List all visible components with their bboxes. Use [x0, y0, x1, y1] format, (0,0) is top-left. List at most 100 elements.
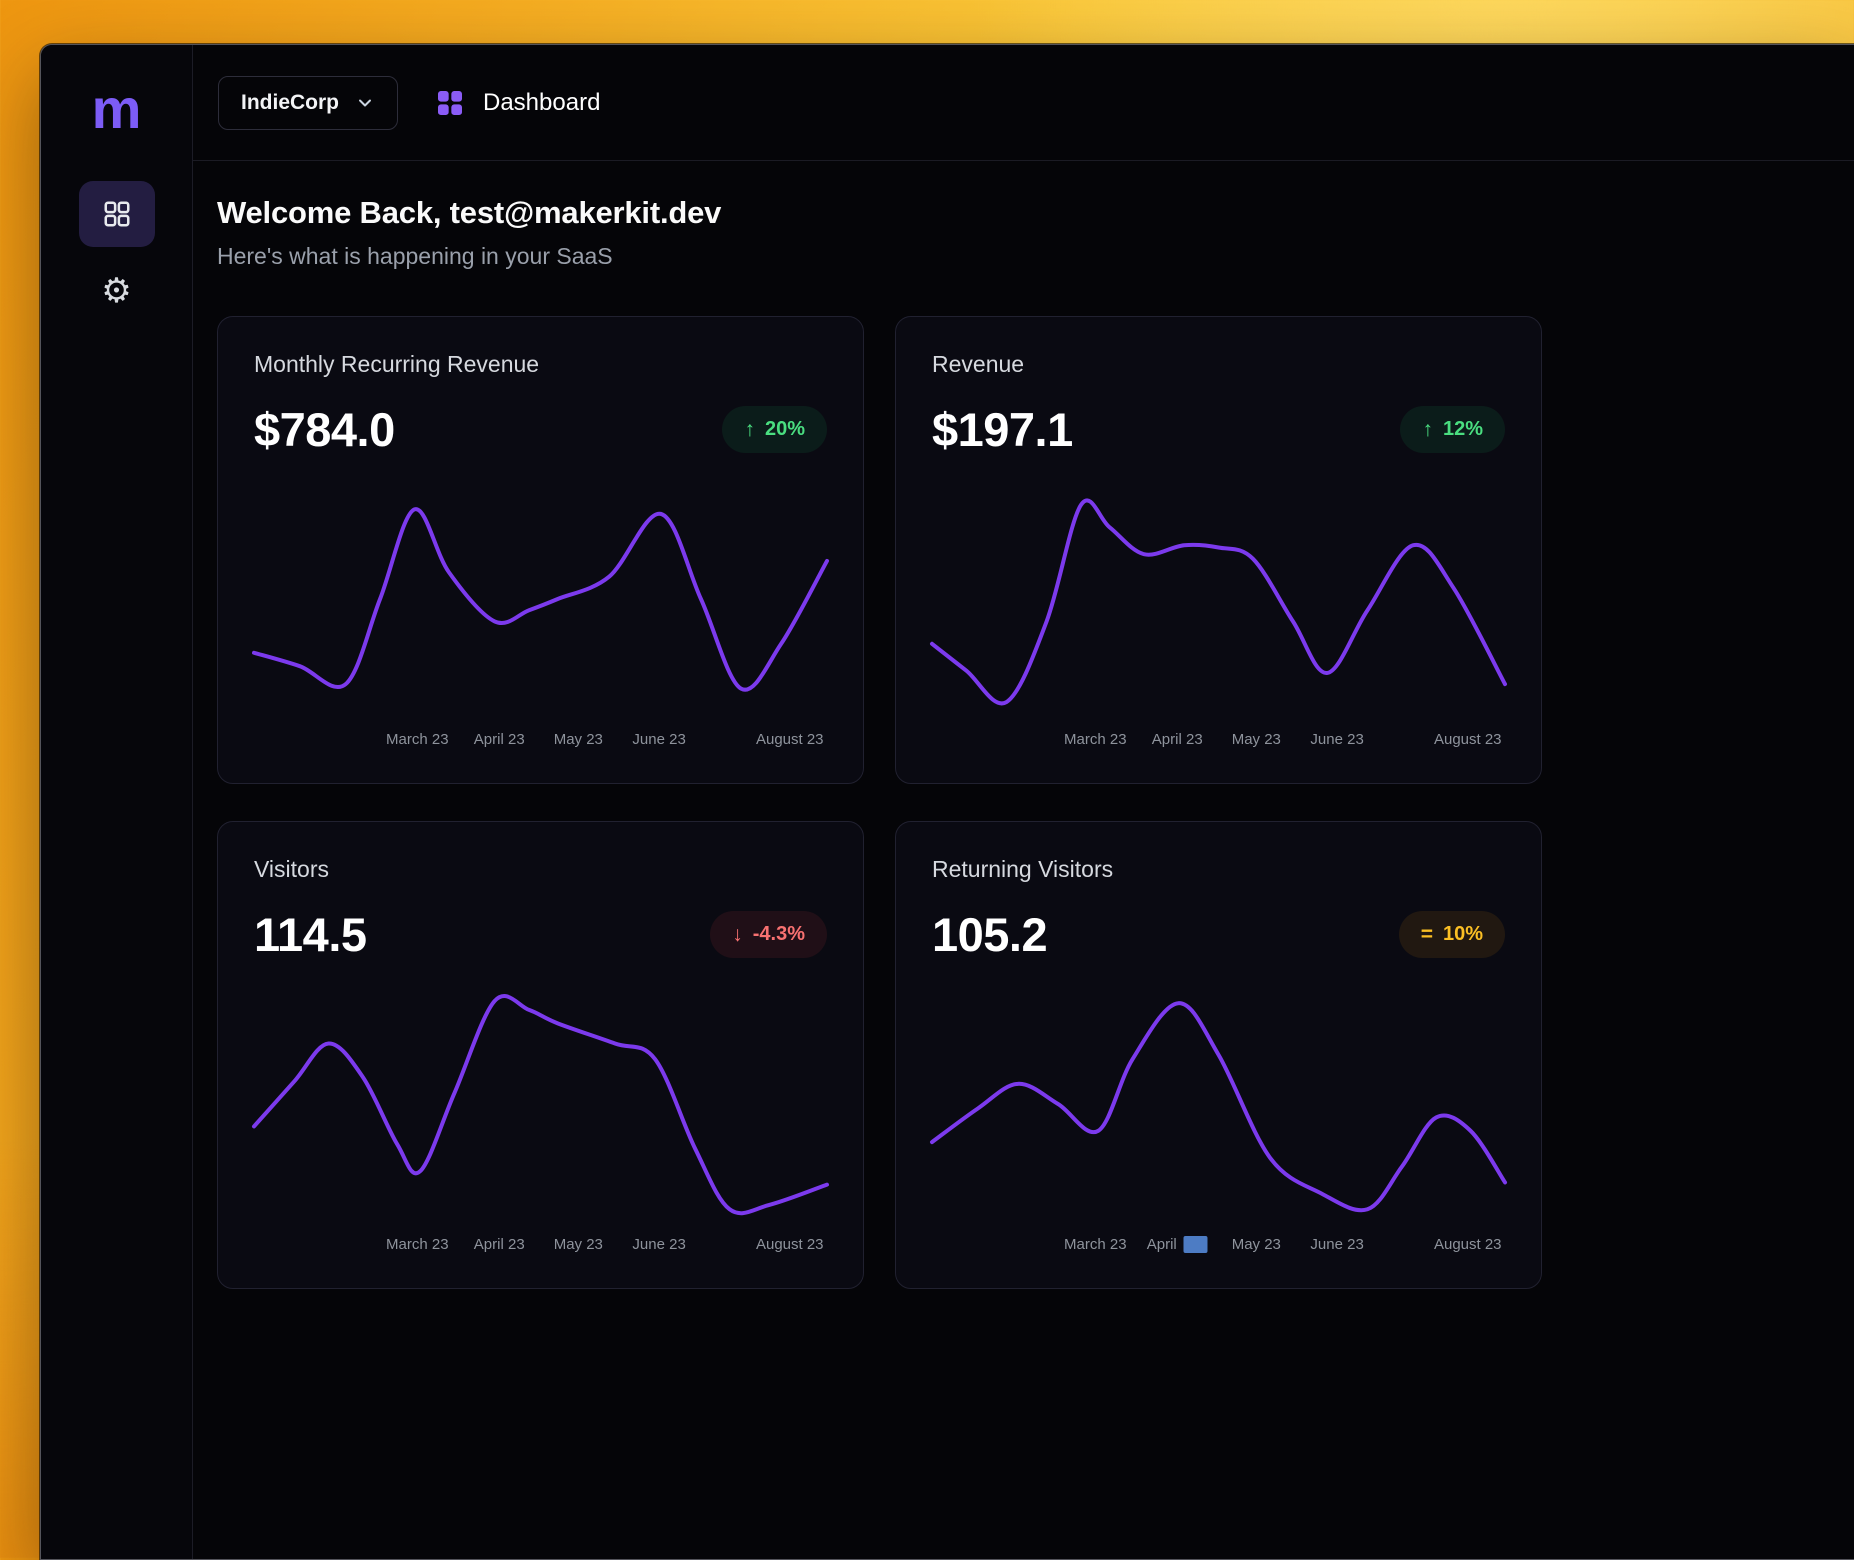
chevron-down-icon	[355, 93, 375, 113]
trend-badge: ↑ 20%	[722, 406, 827, 453]
sidebar: m ⚙	[41, 45, 193, 1559]
main-area: IndieCorp Dashboard Welcome Back, test@m…	[193, 45, 1854, 1559]
x-axis-label-text: April 23	[474, 1236, 525, 1253]
metric-card: Monthly Recurring Revenue $784.0 ↑ 20% M…	[217, 316, 864, 784]
chart-x-axis: March 23 April May 23 June 23 August 23	[932, 1236, 1505, 1258]
x-axis-label-text: June 23	[632, 731, 685, 748]
x-axis-label: March 23	[386, 1236, 449, 1253]
metric-cards-grid: Monthly Recurring Revenue $784.0 ↑ 20% M…	[217, 316, 1830, 1289]
card-title: Returning Visitors	[932, 856, 1505, 883]
x-axis-label: June 23	[632, 731, 685, 748]
app-window: m ⚙ IndieCorp	[40, 44, 1854, 1560]
card-value-row: $197.1 ↑ 12%	[932, 402, 1505, 457]
x-axis-label-text: March 23	[386, 731, 449, 748]
card-value: $784.0	[254, 402, 395, 457]
metric-card: Revenue $197.1 ↑ 12% March 23 April 23 May…	[895, 316, 1542, 784]
line-chart-svg	[932, 487, 1505, 711]
x-axis-label: April 23	[1152, 731, 1203, 748]
x-axis-label-text: March 23	[1064, 1236, 1127, 1253]
top-bar: IndieCorp Dashboard	[193, 45, 1854, 161]
trend-icon: ↓	[732, 924, 743, 945]
trend-icon: =	[1421, 924, 1433, 945]
metric-card: Returning Visitors 105.2 = 10% March 23 A…	[895, 821, 1542, 1289]
organization-selector[interactable]: IndieCorp	[218, 76, 398, 130]
card-value: 105.2	[932, 907, 1047, 962]
grid-icon	[102, 199, 132, 229]
x-axis-label: April	[1147, 1236, 1208, 1253]
trend-label: -4.3%	[753, 923, 805, 946]
x-axis-label: March 23	[386, 731, 449, 748]
chart-x-axis: March 23 April 23 May 23 June 23 August 23	[254, 731, 827, 753]
x-axis-label: August 23	[1434, 1236, 1502, 1253]
x-axis-label-text: August 23	[1434, 731, 1502, 748]
x-axis-label: May 23	[1232, 1236, 1281, 1253]
x-axis-label: May 23	[554, 1236, 603, 1253]
line-chart-svg	[254, 992, 827, 1216]
line-chart-svg	[254, 487, 827, 711]
chart-x-axis: March 23 April 23 May 23 June 23 August 23	[932, 731, 1505, 753]
x-axis-label-text: April	[1147, 1236, 1177, 1253]
x-axis-label: April 23	[474, 731, 525, 748]
chart-line	[254, 996, 827, 1213]
x-axis-label-text: June 23	[632, 1236, 685, 1253]
x-axis-label: August 23	[756, 731, 824, 748]
card-value: 114.5	[254, 907, 367, 962]
line-chart	[254, 978, 827, 1226]
page-header: Dashboard	[434, 87, 600, 119]
x-axis-label-text: August 23	[756, 1236, 824, 1253]
trend-label: 20%	[765, 418, 805, 441]
x-axis-label: August 23	[1434, 731, 1502, 748]
x-axis-label: March 23	[1064, 1236, 1127, 1253]
gear-icon: ⚙	[101, 271, 131, 311]
x-axis-label: August 23	[756, 1236, 824, 1253]
trend-badge: = 10%	[1399, 911, 1505, 958]
card-value-row: 114.5 ↓ -4.3%	[254, 907, 827, 962]
app-logo: m	[92, 81, 142, 137]
x-axis-label-text: August 23	[1434, 1236, 1502, 1253]
selected-text-block	[1184, 1236, 1208, 1253]
x-axis-label: June 23	[1310, 1236, 1363, 1253]
card-title: Monthly Recurring Revenue	[254, 351, 827, 378]
x-axis-label: March 23	[1064, 731, 1127, 748]
welcome-subtitle: Here's what is happening in your SaaS	[217, 243, 1830, 270]
line-chart	[932, 978, 1505, 1226]
chart-line	[932, 1003, 1505, 1210]
card-value-row: 105.2 = 10%	[932, 907, 1505, 962]
x-axis-label: April 23	[474, 1236, 525, 1253]
sidebar-item-settings[interactable]: ⚙	[79, 263, 155, 319]
metric-card: Visitors 114.5 ↓ -4.3% March 23April 23M…	[217, 821, 864, 1289]
x-axis-label: May 23	[1232, 731, 1281, 748]
x-axis-label-text: April 23	[1152, 731, 1203, 748]
x-axis-label: June 23	[1310, 731, 1363, 748]
card-value-row: $784.0 ↑ 20%	[254, 402, 827, 457]
trend-label: 10%	[1443, 923, 1483, 946]
x-axis-label-text: March 23	[1064, 731, 1127, 748]
x-axis-label-text: May 23	[554, 731, 603, 748]
page-title: Dashboard	[483, 89, 600, 117]
line-chart	[254, 473, 827, 721]
chart-line	[254, 509, 827, 690]
line-chart	[932, 473, 1505, 721]
card-title: Visitors	[254, 856, 827, 883]
x-axis-label: June 23	[632, 1236, 685, 1253]
trend-icon: ↑	[744, 419, 755, 440]
organization-name: IndieCorp	[241, 91, 339, 115]
x-axis-label-text: April 23	[474, 731, 525, 748]
trend-label: 12%	[1443, 418, 1483, 441]
x-axis-label-text: May 23	[1232, 1236, 1281, 1253]
line-chart-svg	[932, 992, 1505, 1216]
trend-badge: ↑ 12%	[1400, 406, 1505, 453]
card-value: $197.1	[932, 402, 1073, 457]
chart-x-axis: March 23 April 23 May 23 June 23 August 23	[254, 1236, 827, 1258]
x-axis-label: May 23	[554, 731, 603, 748]
x-axis-label-text: June 23	[1310, 731, 1363, 748]
x-axis-label-text: August 23	[756, 731, 824, 748]
sidebar-item-dashboard[interactable]	[79, 181, 155, 247]
card-title: Revenue	[932, 351, 1505, 378]
x-axis-label-text: March 23	[386, 1236, 449, 1253]
trend-badge: ↓ -4.3%	[710, 911, 827, 958]
trend-icon: ↑	[1422, 419, 1433, 440]
grid-icon	[434, 87, 466, 119]
x-axis-label-text: May 23	[554, 1236, 603, 1253]
page-content: Welcome Back, test@makerkit.dev Here's w…	[193, 161, 1854, 1289]
